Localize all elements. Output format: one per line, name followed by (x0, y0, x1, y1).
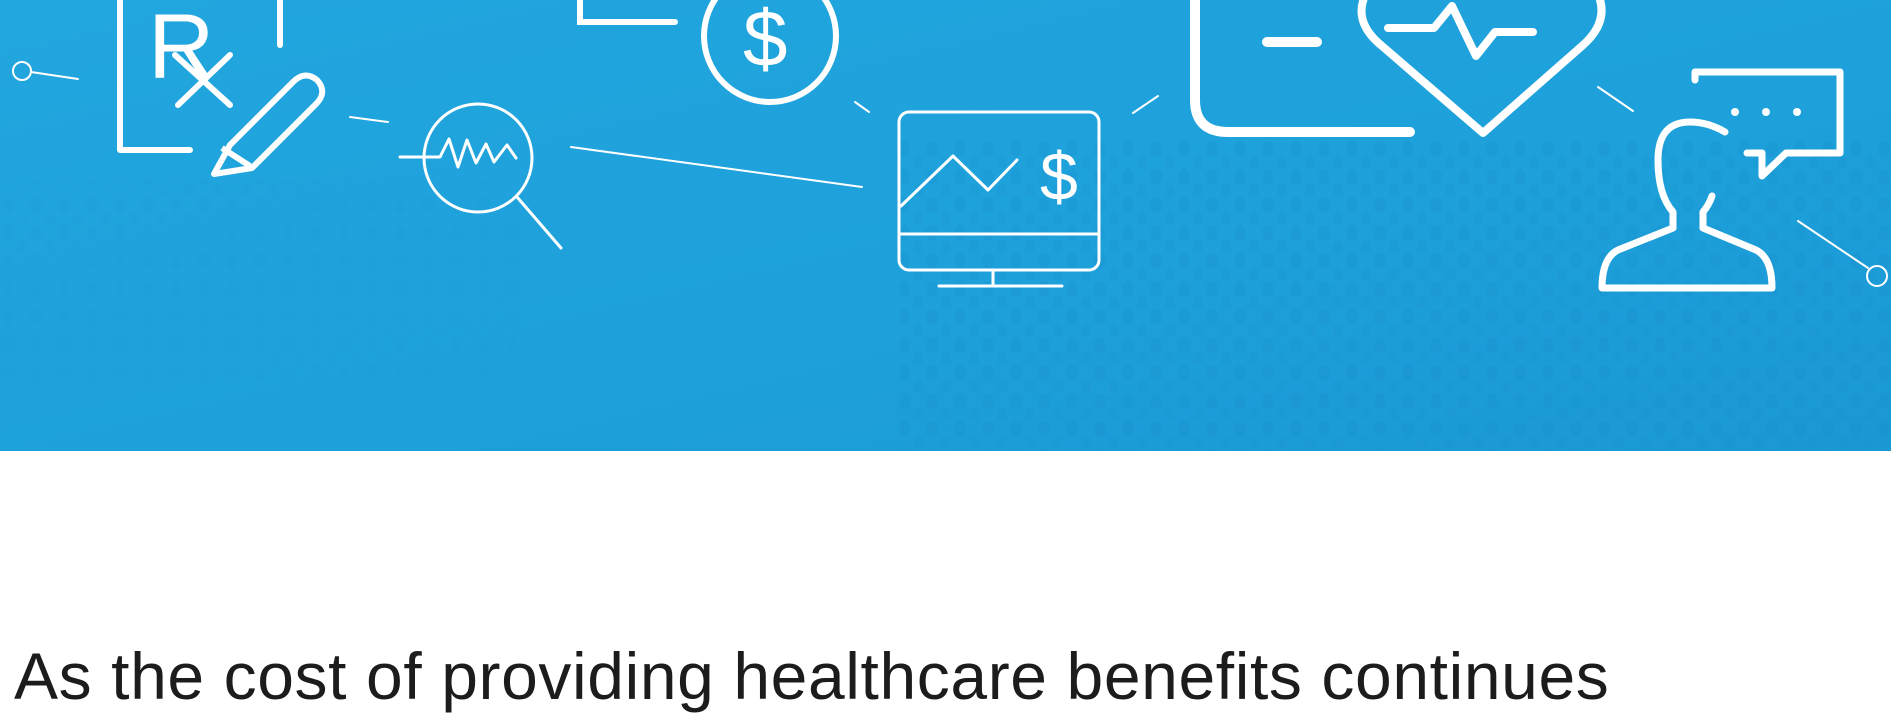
monitor-dollar-glyph: $ (1040, 139, 1078, 215)
intro-section: As the cost of providing healthcare bene… (14, 628, 1891, 716)
dollar-glyph: $ (743, 0, 788, 83)
hero-banner: R $ $ (0, 0, 1891, 451)
hero-illustration: R $ $ (0, 0, 1891, 451)
hero-dot-texture-left (0, 180, 520, 380)
intro-paragraph: As the cost of providing healthcare bene… (14, 639, 1610, 713)
